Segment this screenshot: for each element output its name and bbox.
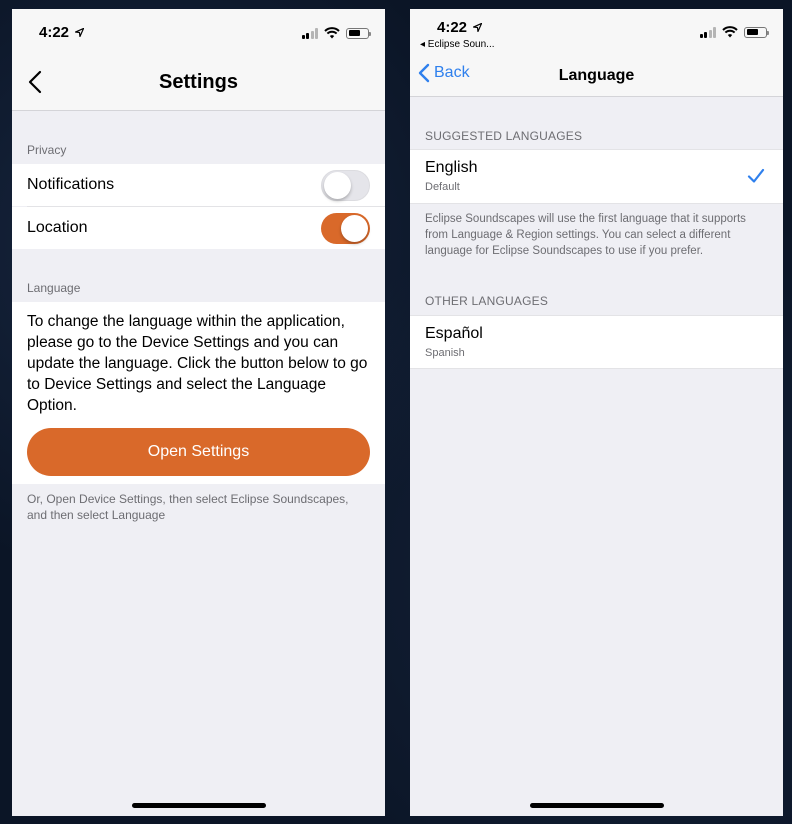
checkmark-icon bbox=[747, 168, 765, 183]
battery-icon bbox=[744, 26, 769, 38]
language-info-text: Eclipse Soundscapes will use the first l… bbox=[425, 213, 746, 257]
language-row-espanol[interactable]: Español Spanish bbox=[410, 315, 783, 369]
language-subtitle: Default bbox=[425, 181, 460, 193]
notifications-label: Notifications bbox=[27, 176, 115, 193]
page-title: Language bbox=[558, 67, 635, 84]
open-settings-button[interactable]: Open Settings bbox=[27, 428, 370, 476]
location-toggle[interactable] bbox=[321, 212, 370, 244]
language-subtitle: Spanish bbox=[425, 347, 465, 359]
status-time: 4:22 bbox=[437, 19, 483, 36]
notifications-toggle[interactable] bbox=[321, 169, 370, 201]
status-bar: 4:22 ◂ Eclipse Soun... bbox=[410, 9, 783, 55]
battery-icon bbox=[346, 27, 371, 39]
home-indicator[interactable] bbox=[529, 803, 664, 808]
status-icons bbox=[301, 27, 371, 39]
wifi-icon bbox=[324, 27, 340, 39]
language-screen: 4:22 ◂ Eclipse Soun... Back Language SUG… bbox=[410, 9, 783, 816]
location-row: Location bbox=[12, 207, 385, 249]
location-arrow-icon bbox=[75, 27, 85, 38]
back-to-app-link[interactable]: ◂ Eclipse Soun... bbox=[420, 39, 495, 50]
status-time: 4:22 bbox=[39, 24, 85, 41]
location-label: Location bbox=[27, 219, 88, 236]
page-title: Settings bbox=[159, 71, 238, 93]
settings-screen: 4:22 Settings Privacy Notifications Loca… bbox=[12, 9, 385, 816]
navigation-bar: Settings bbox=[12, 55, 385, 111]
cellular-signal-icon bbox=[699, 26, 716, 38]
language-name: English bbox=[425, 159, 478, 176]
wifi-icon bbox=[722, 26, 738, 38]
language-name: Español bbox=[425, 325, 483, 342]
language-description: To change the language within the applic… bbox=[27, 313, 368, 414]
status-bar: 4:22 bbox=[12, 9, 385, 55]
location-arrow-icon bbox=[473, 22, 483, 33]
language-section-label: Language bbox=[27, 281, 81, 295]
status-icons bbox=[699, 26, 769, 38]
language-info-block: To change the language within the applic… bbox=[12, 302, 385, 484]
navigation-bar: Back Language bbox=[410, 55, 783, 97]
home-indicator[interactable] bbox=[131, 803, 266, 808]
language-row-english[interactable]: English Default bbox=[410, 149, 783, 204]
cellular-signal-icon bbox=[301, 27, 318, 39]
suggested-languages-label: SUGGESTED LANGUAGES bbox=[425, 129, 583, 143]
notifications-row: Notifications bbox=[12, 164, 385, 206]
privacy-section-label: Privacy bbox=[27, 143, 67, 157]
other-languages-label: OTHER LANGUAGES bbox=[425, 294, 549, 308]
language-footnote: Or, Open Device Settings, then select Ec… bbox=[27, 492, 349, 522]
